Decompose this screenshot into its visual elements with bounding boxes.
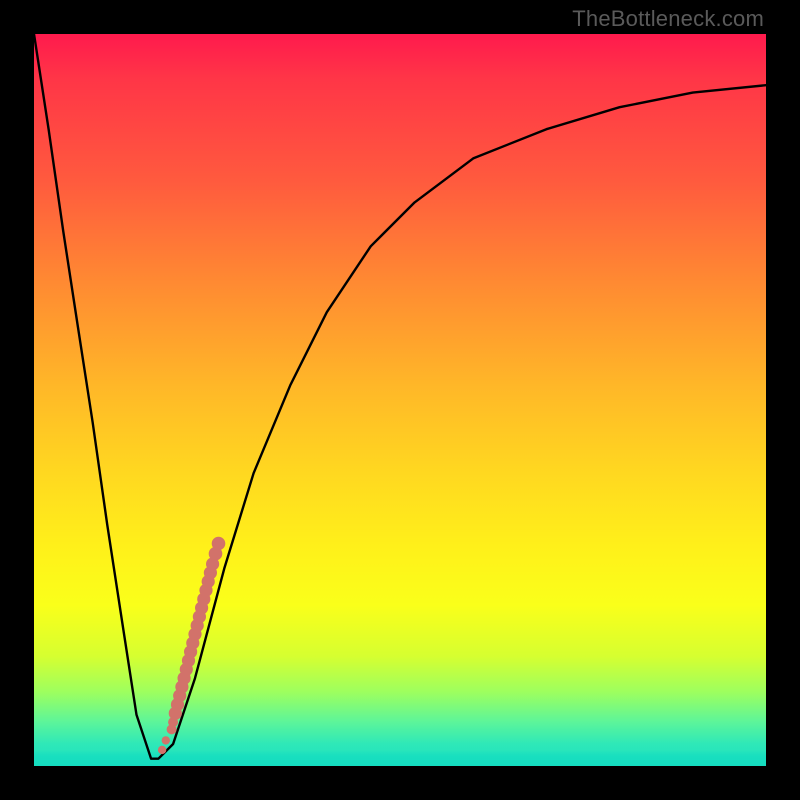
highlight-dot [158,746,166,754]
chart-frame: TheBottleneck.com [0,0,800,800]
bottleneck-curve [34,34,766,759]
watermark-text: TheBottleneck.com [572,6,764,32]
chart-svg [34,34,766,766]
highlight-dot [212,537,226,551]
plot-area [34,34,766,766]
highlight-dot [162,736,170,744]
highlight-dots-group [158,537,225,754]
